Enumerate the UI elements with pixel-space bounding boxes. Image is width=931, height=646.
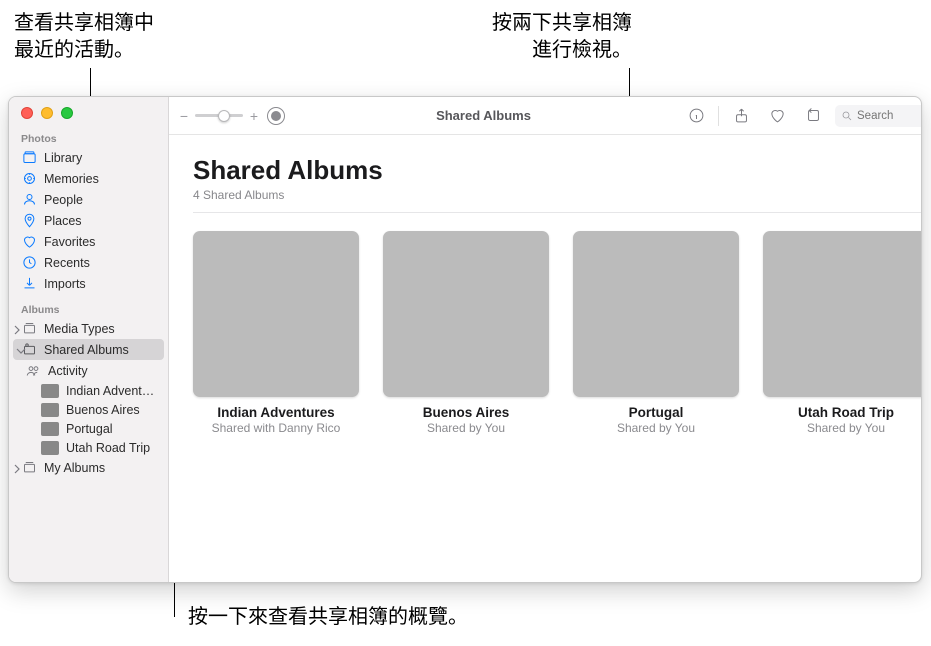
memories-icon [21,171,37,187]
slider-knob[interactable] [218,110,230,122]
albums-grid: Indian Adventures Shared with Danny Rico… [193,231,922,435]
sidebar-item-label: Imports [44,277,86,291]
sidebar-item-label: People [44,193,83,207]
album-cover [573,231,739,397]
sidebar: Photos Library Memories People Places Fa… [9,97,169,582]
sidebar-item-label: Buenos Aires [66,403,140,417]
close-button[interactable] [21,107,33,119]
album-cover [383,231,549,397]
sidebar-item-label: Media Types [44,322,115,336]
photos-app-window: Photos Library Memories People Places Fa… [8,96,922,583]
sidebar-item-label: Library [44,151,82,165]
chevron-right-icon[interactable] [12,463,22,473]
favorite-button[interactable] [763,104,791,128]
chevron-right-icon[interactable] [12,324,22,334]
album-thumbnail [41,441,59,455]
album-card[interactable]: Utah Road Trip Shared by You [763,231,922,435]
album-meta: Shared by You [763,421,922,435]
chevron-down-icon[interactable] [16,345,26,355]
filter-button[interactable] [267,107,285,125]
album-meta: Shared with Danny Rico [193,421,359,435]
rotate-button[interactable] [799,104,827,128]
sidebar-item-label: Portugal [66,422,113,436]
sidebar-heading-albums: Albums [9,298,168,318]
stack-icon [21,321,37,337]
content-area: Shared Albums 4 Shared Albums Indian Adv… [169,135,922,455]
album-cover [763,231,922,397]
album-count: 4 Shared Albums [193,188,922,202]
toolbar-separator [718,106,719,126]
main-pane: − + Shared Albums Shared Albums 4 Shared… [169,97,922,582]
people-icon [21,192,37,208]
sidebar-item-shared-albums[interactable]: Shared Albums [13,339,164,360]
sidebar-item-label: Activity [48,364,88,378]
zoom-out-icon[interactable]: − [179,108,189,124]
divider [193,212,922,213]
info-button[interactable] [682,104,710,128]
zoom-slider[interactable] [195,114,243,117]
zoom-control[interactable]: − + [179,108,259,124]
maximize-button[interactable] [61,107,73,119]
sidebar-album-buenos-aires[interactable]: Buenos Aires [9,400,168,419]
album-name: Buenos Aires [383,405,549,420]
sidebar-item-memories[interactable]: Memories [9,168,168,189]
minimize-button[interactable] [41,107,53,119]
search-icon [841,110,853,122]
sidebar-item-label: Utah Road Trip [66,441,150,455]
zoom-in-icon[interactable]: + [249,108,259,124]
sidebar-item-label: Favorites [44,235,95,249]
callout-sidebar-activity: 查看共享相簿中 最近的活動。 [14,10,154,64]
sidebar-item-imports[interactable]: Imports [9,273,168,294]
sidebar-item-library[interactable]: Library [9,147,168,168]
sidebar-item-favorites[interactable]: Favorites [9,231,168,252]
sidebar-heading-photos: Photos [9,127,168,147]
places-icon [21,213,37,229]
sidebar-album-portugal[interactable]: Portugal [9,419,168,438]
toolbar-title: Shared Albums [436,108,531,123]
album-thumbnail [41,403,59,417]
sidebar-item-media-types[interactable]: Media Types [9,318,168,339]
download-icon [21,276,37,292]
sidebar-item-people[interactable]: People [9,189,168,210]
share-button[interactable] [727,104,755,128]
sidebar-album-utah-road-trip[interactable]: Utah Road Trip [9,438,168,457]
sidebar-item-places[interactable]: Places [9,210,168,231]
album-name: Utah Road Trip [763,405,922,420]
sidebar-item-activity[interactable]: Activity [9,360,168,381]
sidebar-item-label: Places [44,214,82,228]
album-name: Portugal [573,405,739,420]
heart-icon [21,234,37,250]
album-thumbnail [41,422,59,436]
album-meta: Shared by You [383,421,549,435]
folder-icon [21,460,37,476]
sidebar-item-recents[interactable]: Recents [9,252,168,273]
sidebar-item-label: Memories [44,172,99,186]
album-card[interactable]: Buenos Aires Shared by You [383,231,549,435]
clock-icon [21,255,37,271]
callout-double-click-album: 按兩下共享相簿 進行檢視。 [472,10,632,64]
album-name: Indian Adventures [193,405,359,420]
window-controls [9,97,168,125]
toolbar: − + Shared Albums [169,97,922,135]
sidebar-item-label: Indian Advent… [66,384,154,398]
album-cover [193,231,359,397]
activity-icon [25,363,41,379]
sidebar-item-label: My Albums [44,461,105,475]
sidebar-item-my-albums[interactable]: My Albums [9,457,168,478]
album-card[interactable]: Indian Adventures Shared with Danny Rico [193,231,359,435]
search-input[interactable] [857,110,922,122]
sidebar-item-label: Shared Albums [44,343,129,357]
sidebar-item-label: Recents [44,256,90,270]
album-thumbnail [41,384,59,398]
library-icon [21,150,37,166]
page-title: Shared Albums [193,155,922,186]
callout-click-overview: 按一下來查看共享相簿的概覽。 [188,604,468,631]
search-field[interactable] [835,105,922,127]
album-meta: Shared by You [573,421,739,435]
album-card[interactable]: Portugal Shared by You [573,231,739,435]
sidebar-album-indian-adventures[interactable]: Indian Advent… [9,381,168,400]
